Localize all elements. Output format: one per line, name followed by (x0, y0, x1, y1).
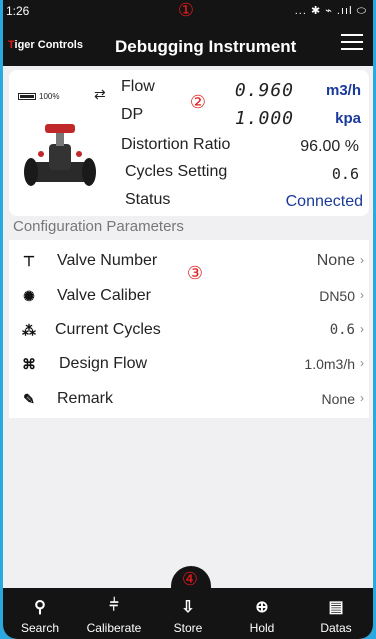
command-icon: ⌘ (22, 356, 36, 372)
annotation-marker-1: ① (177, 0, 195, 21)
remark-value: None (321, 391, 355, 407)
nav-search[interactable]: ⚲ Search (3, 588, 77, 639)
store-icon: ⇩ (181, 599, 195, 616)
lock-icon: ⊕ (255, 599, 269, 616)
connection-status: Connected (285, 193, 363, 210)
status-label: Status (125, 191, 171, 208)
chevron-right-icon: › (360, 253, 364, 267)
edit-icon: ✎ (23, 391, 35, 407)
nav-store-label: Store (173, 621, 203, 635)
cycles-label: Cycles Setting (125, 163, 228, 180)
dp-label: DP (121, 106, 144, 123)
nav-datas[interactable]: ▤ Datas (299, 588, 373, 639)
valve-caliber-value: DN50 (319, 288, 355, 304)
status-icons: ... ✱ ⌁ .ııl ⬭ (294, 5, 367, 17)
nav-hold-label: Hold (249, 621, 275, 635)
chevron-right-icon: › (360, 288, 364, 302)
device-reading-card: 100% ⇄ Flow 0.960 m3/h DP 1.000 kpa Dist… (9, 70, 369, 216)
valve-caliber-label: Valve Caliber (57, 287, 151, 304)
current-cycles-row[interactable]: ⁂ Current Cycles 0.6 › (9, 312, 369, 347)
app-bar: Tiger Controls Debugging Instrument (3, 22, 373, 66)
chevron-right-icon: › (360, 391, 364, 405)
phone-screen: 1:26 ... ✱ ⌁ .ııl ⬭ ① Tiger Controls Deb… (3, 0, 373, 639)
calibrate-icon: ⫩ (109, 597, 119, 614)
nav-calibrate[interactable]: ⫩ Caliberate (77, 588, 151, 639)
design-flow-value: 1.0m3/h (304, 356, 355, 372)
flow-value: 0.960 (234, 80, 294, 101)
swap-icon[interactable]: ⇄ (94, 86, 106, 103)
valve-number-icon: ⊤ (22, 253, 36, 269)
valve-number-label: Valve Number (57, 252, 158, 269)
status-time: 1:26 (6, 4, 30, 18)
nav-datas-label: Datas (320, 621, 352, 635)
search-icon: ⚲ (34, 599, 46, 616)
current-cycles-label: Current Cycles (55, 321, 161, 338)
nav-store[interactable]: ⇩ Store (151, 588, 225, 639)
chevron-right-icon: › (360, 322, 364, 336)
remark-row[interactable]: ✎ Remark None › (9, 381, 369, 416)
nav-calibrate-label: Caliberate (86, 621, 142, 635)
logo-text: iger Controls (14, 39, 83, 51)
valve-image (24, 124, 96, 186)
current-cycles-value: 0.6 (329, 322, 355, 338)
distortion-label: Distortion Ratio (121, 136, 231, 153)
battery-indicator: 100% (18, 92, 59, 101)
cycles-icon: ⁂ (22, 322, 36, 338)
bottom-nav: ⚲ Search ⫩ Caliberate ⇩ Store ⊕ Hold ▤ D… (3, 588, 373, 639)
design-flow-row[interactable]: ⌘ Design Flow 1.0m3/h › (9, 346, 369, 381)
annotation-marker-2: ② (189, 92, 207, 113)
battery-icon (18, 93, 36, 101)
cycles-value: 0.6 (331, 165, 359, 183)
remark-label: Remark (57, 390, 114, 407)
annotation-marker-4: ④ (181, 569, 199, 590)
nav-search-label: Search (20, 621, 60, 635)
dp-value: 1.000 (234, 108, 294, 129)
page-title: Debugging Instrument (115, 37, 297, 56)
brand-logo: Tiger Controls (8, 39, 83, 51)
distortion-value: 96.00 % (300, 138, 359, 155)
datas-icon: ▤ (328, 599, 344, 616)
config-section-title: Configuration Parameters (13, 218, 184, 235)
flow-unit: m3/h (325, 82, 361, 99)
valve-number-value: None (316, 252, 355, 269)
design-flow-label: Design Flow (59, 355, 148, 372)
chevron-right-icon: › (360, 356, 364, 370)
palette-icon: ✺ (23, 288, 35, 304)
annotation-marker-3: ③ (186, 263, 204, 284)
nav-hold[interactable]: ⊕ Hold (225, 588, 299, 639)
battery-percent: 100% (39, 92, 60, 101)
dp-unit: kpa (335, 110, 361, 127)
flow-label: Flow (121, 78, 155, 95)
menu-icon[interactable] (341, 34, 363, 52)
